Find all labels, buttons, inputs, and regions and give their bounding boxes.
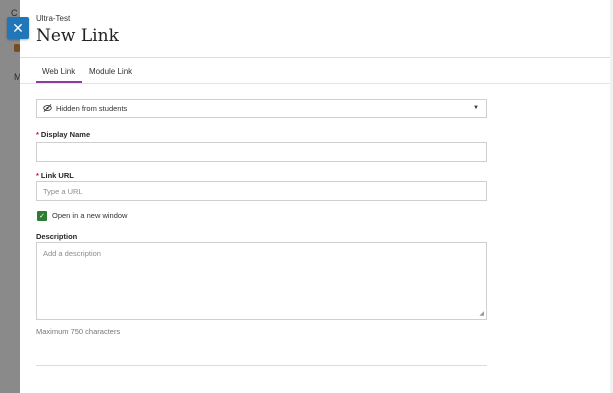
open-new-window-label: Open in a new window — [52, 211, 128, 220]
resize-handle-icon[interactable]: ◢ — [479, 310, 484, 317]
header-divider — [20, 57, 613, 58]
required-marker: * — [36, 130, 39, 139]
display-name-label: * Display Name — [36, 130, 91, 139]
close-button[interactable]: ✕ — [7, 17, 29, 39]
tab-web-link[interactable]: Web Link — [42, 67, 75, 76]
description-label: Description — [36, 232, 78, 241]
checkmark-icon: ✓ — [39, 213, 45, 220]
tabs-divider — [20, 83, 613, 84]
open-new-window-checkbox[interactable]: ✓ — [37, 211, 47, 221]
link-url-input[interactable]: Type a URL — [36, 181, 487, 201]
display-name-input[interactable] — [36, 142, 487, 162]
form-bottom-divider — [36, 365, 487, 366]
course-name: Ultra-Test — [36, 14, 71, 23]
close-icon: ✕ — [12, 19, 24, 36]
description-textarea[interactable]: Add a description ◢ — [36, 242, 487, 320]
required-marker: * — [36, 171, 39, 180]
link-url-placeholder: Type a URL — [43, 187, 83, 196]
background-course-page: C M — [0, 0, 22, 393]
link-url-label: * Link URL — [36, 171, 74, 180]
visibility-value: Hidden from students — [56, 104, 128, 113]
chevron-down-icon: ▼ — [473, 105, 479, 111]
page-title: New Link — [36, 26, 119, 46]
tab-module-link[interactable]: Module Link — [89, 67, 132, 76]
visibility-select[interactable]: Hidden from students ▼ — [36, 99, 487, 118]
description-placeholder: Add a description — [43, 249, 101, 258]
eye-slash-icon — [43, 103, 52, 114]
character-limit-hint: Maximum 750 characters — [36, 327, 121, 336]
